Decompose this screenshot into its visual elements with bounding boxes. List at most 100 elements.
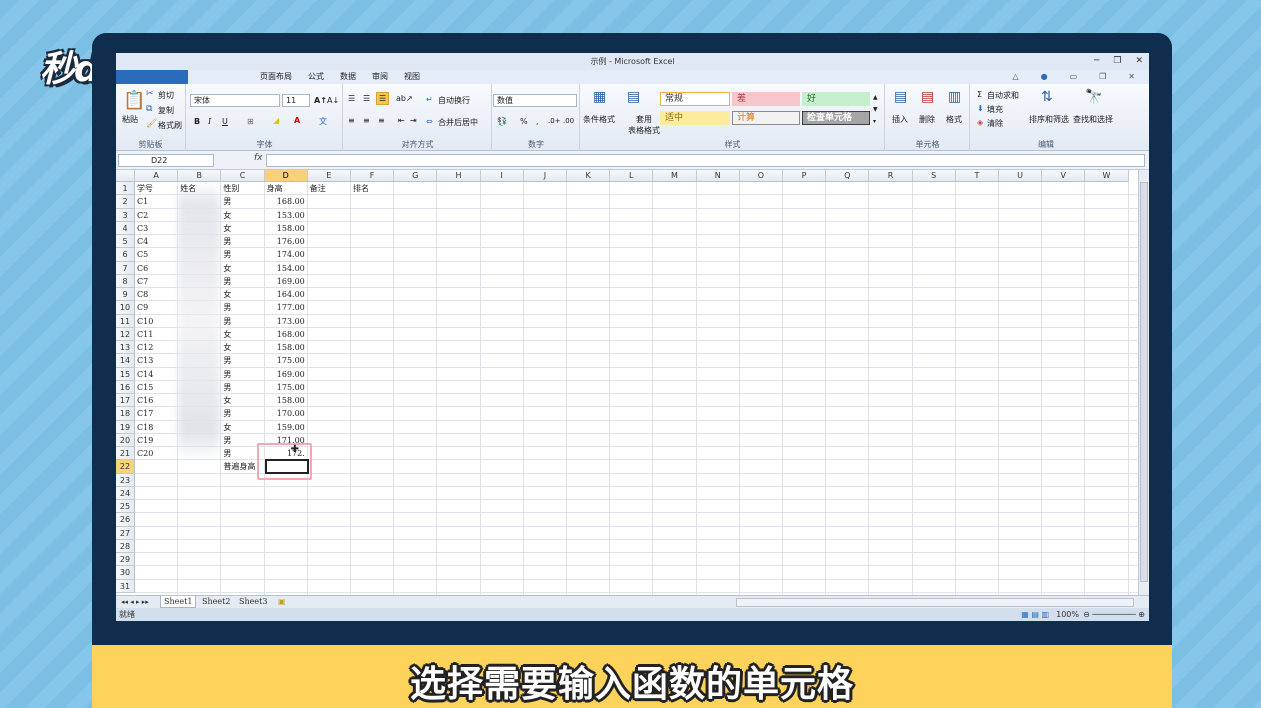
indent-increase-icon[interactable]: ⇥	[410, 116, 417, 125]
row-header-13[interactable]: 13	[116, 341, 135, 355]
format-painter-button[interactable]: 格式刷	[158, 120, 182, 131]
align-left-icon[interactable]: ≡	[348, 116, 355, 125]
cell-D13[interactable]: 158.00	[267, 341, 308, 354]
cell-D10[interactable]: 177.00	[267, 301, 308, 314]
column-header-D[interactable]: D	[264, 170, 308, 182]
menu-formulas[interactable]: 公式	[300, 70, 332, 84]
menu-insert[interactable]: 插入	[220, 70, 252, 84]
cell-D17[interactable]: 158.00	[267, 394, 308, 407]
column-header-R[interactable]: R	[869, 170, 913, 182]
delete-button[interactable]: 删除	[919, 114, 935, 125]
column-header-L[interactable]: L	[610, 170, 654, 182]
currency-icon[interactable]: 💱	[497, 117, 507, 126]
wb-minimize-icon[interactable]: ▭	[1062, 70, 1086, 84]
row-header-10[interactable]: 10	[116, 301, 135, 315]
cell-D7[interactable]: 154.00	[267, 262, 308, 275]
cell-A18[interactable]: C17	[137, 407, 202, 420]
insert-button[interactable]: 插入	[892, 114, 908, 125]
cell-A19[interactable]: C18	[137, 421, 202, 434]
style-check-cell[interactable]: 检查单元格	[802, 111, 870, 125]
cell-F1[interactable]: 排名	[353, 182, 418, 195]
cell-A2[interactable]: C1	[137, 195, 202, 208]
column-header-I[interactable]: I	[480, 170, 524, 182]
cell-A6[interactable]: C5	[137, 248, 202, 261]
tab-sheet1[interactable]: Sheet1	[160, 596, 197, 608]
row-header-6[interactable]: 6	[116, 248, 135, 262]
column-header-M[interactable]: M	[653, 170, 697, 182]
orientation-icon[interactable]: ab↗	[396, 94, 413, 103]
style-calculation[interactable]: 计算	[732, 111, 800, 125]
cell-D2[interactable]: 168.00	[267, 195, 308, 208]
worksheet-grid[interactable]: A B C D E F G H I J K L M N O P Q R S T U V W 1 2 3 4 5 6 7 8 9 10 11 12 13…	[116, 170, 1138, 595]
cell-D16[interactable]: 175.00	[267, 381, 308, 394]
find-select-button[interactable]: 查找和选择	[1073, 114, 1113, 125]
view-buttons-icon[interactable]: ▦ ▤ ▥	[1021, 608, 1049, 621]
row-header-2[interactable]: 2	[116, 195, 135, 209]
row-header-20[interactable]: 20	[116, 433, 135, 447]
ribbon-collapse-icon[interactable]: △	[1004, 70, 1026, 84]
column-header-O[interactable]: O	[739, 170, 783, 182]
bold-button[interactable]: B	[194, 117, 200, 126]
cell-D19[interactable]: 159.00	[267, 421, 308, 434]
cell-D18[interactable]: 170.00	[267, 407, 308, 420]
row-header-5[interactable]: 5	[116, 235, 135, 249]
column-header-E[interactable]: E	[307, 170, 351, 182]
menu-view[interactable]: 视图	[396, 70, 428, 84]
number-format-select[interactable]: 数值	[493, 94, 577, 107]
cell-A13[interactable]: C12	[137, 341, 202, 354]
cell-D8[interactable]: 169.00	[267, 275, 308, 288]
select-all-corner[interactable]	[116, 170, 135, 182]
wrap-text-button[interactable]: 自动换行	[438, 95, 470, 106]
format-table-button[interactable]: 套用 表格格式	[628, 114, 660, 136]
cell-A14[interactable]: C13	[137, 354, 202, 367]
cell-A4[interactable]: C3	[137, 222, 202, 235]
row-header-15[interactable]: 15	[116, 367, 135, 381]
phonetic-icon[interactable]: 文	[319, 116, 327, 127]
fill-color-icon[interactable]: ◢	[273, 116, 279, 125]
row-header-3[interactable]: 3	[116, 208, 135, 222]
menu-page-layout[interactable]: 页面布局	[252, 70, 300, 84]
row-header-23[interactable]: 23	[116, 473, 135, 487]
clear-button[interactable]: 清除	[987, 118, 1003, 129]
row-header-9[interactable]: 9	[116, 288, 135, 302]
cell-D6[interactable]: 174.00	[267, 248, 308, 261]
column-header-F[interactable]: F	[351, 170, 395, 182]
close-icon[interactable]: ✕	[1135, 53, 1143, 70]
paste-icon[interactable]: 📋	[123, 90, 145, 111]
row-header-7[interactable]: 7	[116, 261, 135, 275]
row-header-31[interactable]: 31	[116, 579, 135, 593]
font-name-select[interactable]: 宋体	[190, 94, 280, 107]
column-header-S[interactable]: S	[912, 170, 956, 182]
formula-input[interactable]	[266, 154, 1145, 167]
row-header-25[interactable]: 25	[116, 500, 135, 514]
cell-A20[interactable]: C19	[137, 434, 202, 447]
row-header-8[interactable]: 8	[116, 274, 135, 288]
horizontal-scrollbar[interactable]	[736, 598, 1134, 607]
cell-A15[interactable]: C14	[137, 368, 202, 381]
scroll-thumb[interactable]	[1140, 182, 1148, 582]
tab-sheet2[interactable]: Sheet2	[199, 596, 233, 608]
row-header-27[interactable]: 27	[116, 526, 135, 540]
wb-close-icon[interactable]: ✕	[1120, 70, 1143, 84]
fill-button[interactable]: 填充	[987, 104, 1003, 115]
column-header-T[interactable]: T	[955, 170, 999, 182]
row-header-30[interactable]: 30	[116, 566, 135, 580]
menu-home[interactable]: 开始	[188, 70, 220, 84]
minimize-icon[interactable]: ─	[1094, 53, 1099, 70]
cell-A11[interactable]: C10	[137, 315, 202, 328]
conditional-format-button[interactable]: 条件格式	[583, 114, 615, 125]
column-header-P[interactable]: P	[783, 170, 827, 182]
cell-A9[interactable]: C8	[137, 288, 202, 301]
new-sheet-icon[interactable]: ▣	[275, 596, 289, 608]
cell-A10[interactable]: C9	[137, 301, 202, 314]
row-header-29[interactable]: 29	[116, 553, 135, 567]
copy-button[interactable]: 复制	[158, 105, 174, 116]
column-header-J[interactable]: J	[523, 170, 567, 182]
row-header-16[interactable]: 16	[116, 380, 135, 394]
italic-button[interactable]: I	[208, 117, 211, 126]
menu-review[interactable]: 审阅	[364, 70, 396, 84]
grow-font-icon[interactable]: A↑	[314, 96, 327, 105]
column-header-G[interactable]: G	[394, 170, 438, 182]
indent-decrease-icon[interactable]: ⇤	[398, 116, 405, 125]
align-top-icon[interactable]: ☰	[348, 94, 355, 103]
